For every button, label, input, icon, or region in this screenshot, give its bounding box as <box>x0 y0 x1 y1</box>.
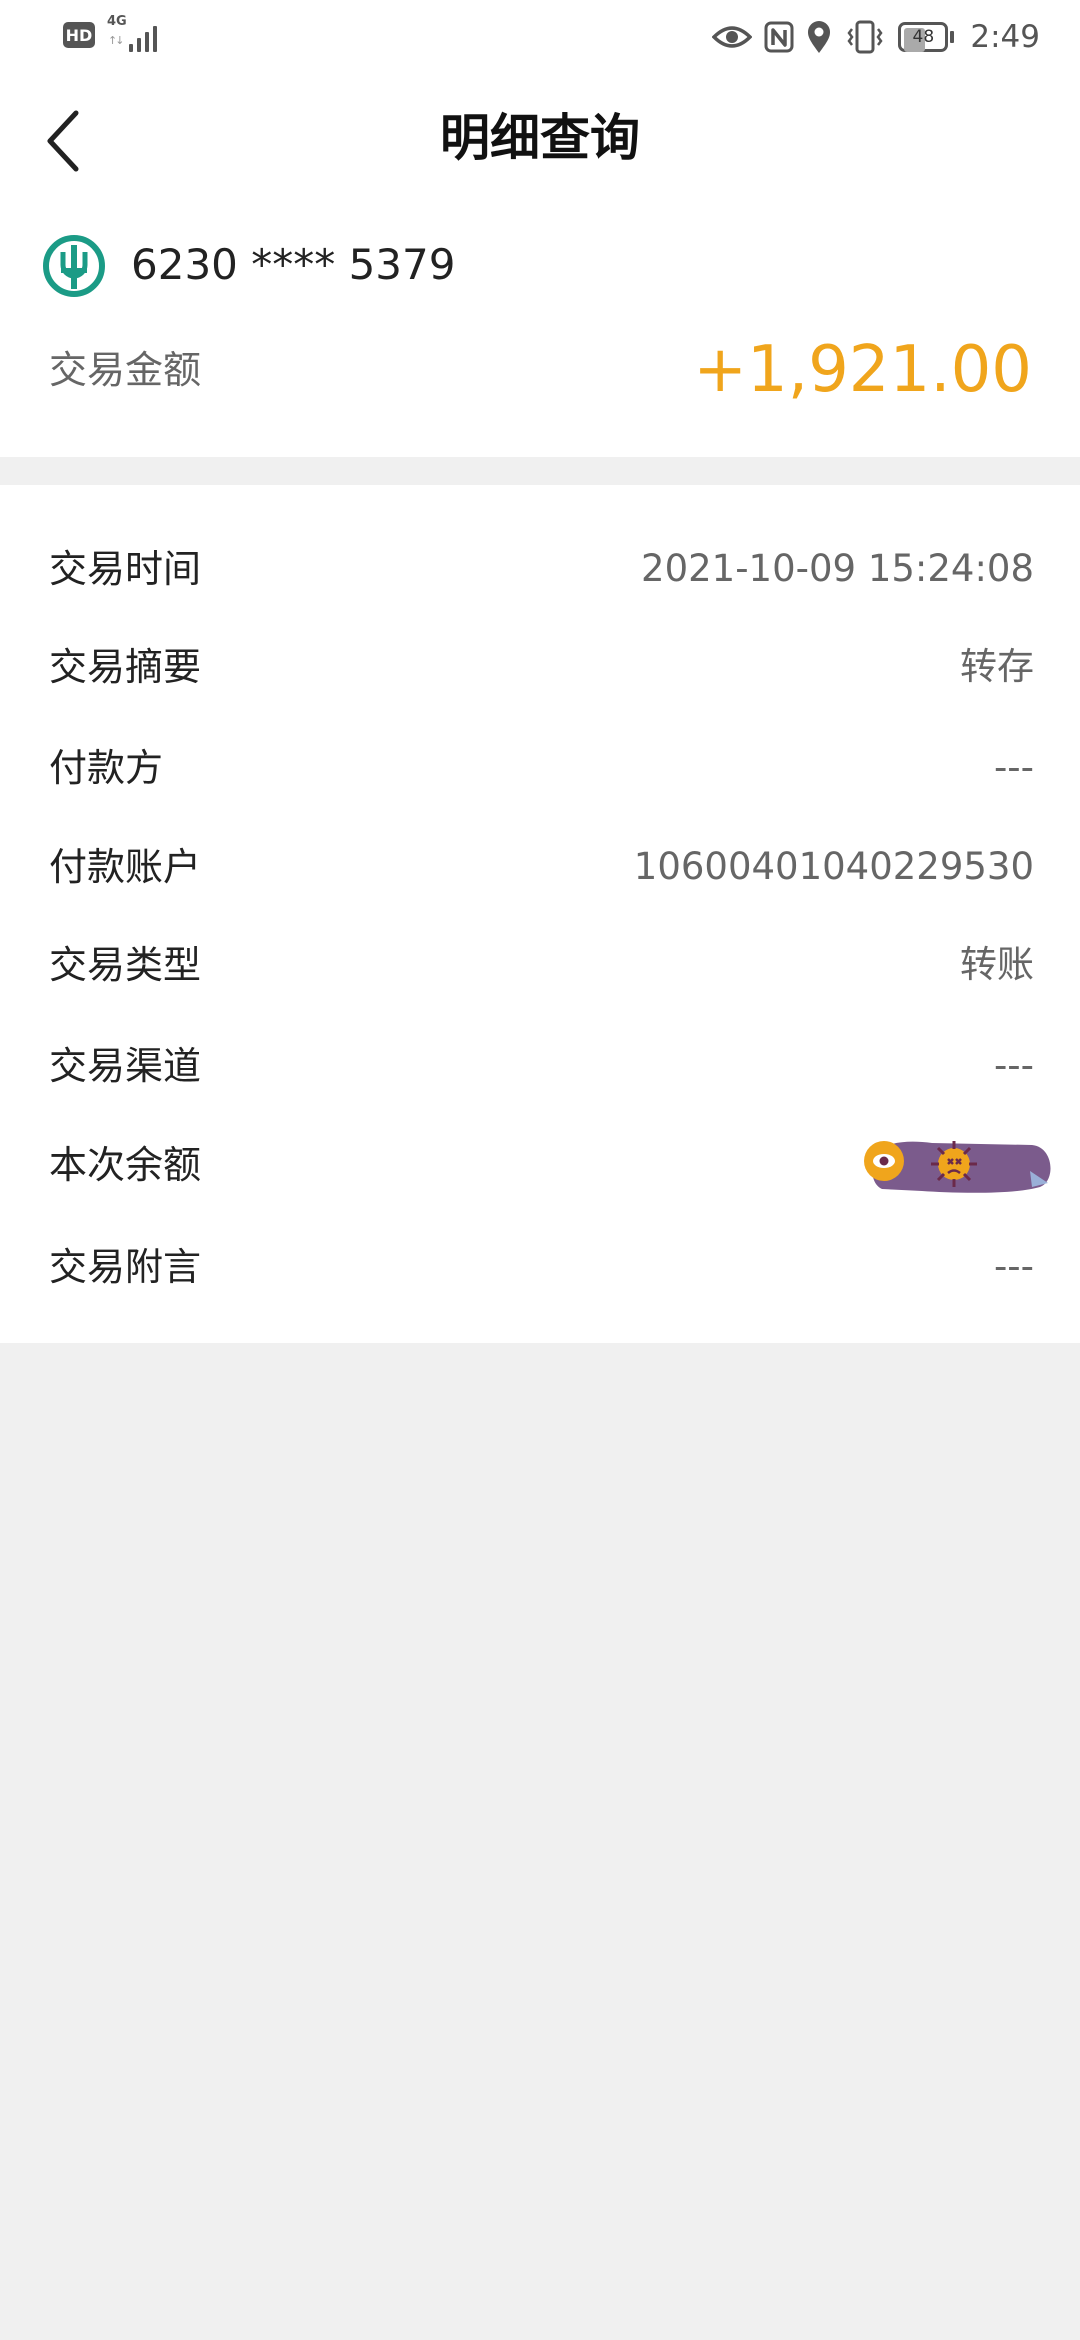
detail-label: 交易摘要 <box>49 645 202 689</box>
card-number: 6230 **** 5379 <box>131 240 456 289</box>
nfc-icon <box>764 21 794 53</box>
detail-value: --- <box>993 1245 1034 1288</box>
vibrate-icon <box>844 20 886 54</box>
detail-row-remark: 交易附言 --- <box>0 1227 1080 1307</box>
hd-label: HD <box>65 25 93 45</box>
redaction-sticker-icon <box>864 1141 1051 1193</box>
detail-label: 付款方 <box>49 746 164 790</box>
status-bar: HD 4G ↑↓ 48 2:49 <box>0 0 1080 75</box>
amount-label: 交易金额 <box>49 348 202 392</box>
detail-row-type: 交易类型 转账 <box>0 925 1080 1005</box>
detail-value: --- <box>993 1044 1034 1087</box>
detail-value: 转账 <box>960 943 1034 986</box>
hd-icon: HD <box>63 22 95 48</box>
detail-value: 2021-10-09 15:24:08 <box>641 547 1034 590</box>
app-header: 明细查询 <box>0 75 1080 205</box>
battery-level: 48 <box>912 27 935 47</box>
detail-label: 交易类型 <box>49 943 202 987</box>
detail-label: 本次余额 <box>49 1143 202 1187</box>
detail-row-payer-account: 付款账户 10600401040229530 <box>0 827 1080 907</box>
detail-row-time: 交易时间 2021-10-09 15:24:08 <box>0 529 1080 609</box>
signal-icon: 4G ↑↓ <box>107 14 163 52</box>
detail-row-payer: 付款方 --- <box>0 728 1080 808</box>
detail-row-balance: 本次余额 <box>0 1125 1080 1205</box>
eye-icon <box>712 23 753 51</box>
bank-logo-icon <box>43 235 105 297</box>
status-bar-right: 48 2:49 <box>712 14 1040 60</box>
transaction-details: 交易时间 2021-10-09 15:24:08 交易摘要 转存 付款方 ---… <box>0 485 1080 1343</box>
signal-bars <box>129 24 157 52</box>
status-time: 2:49 <box>970 19 1040 55</box>
battery-icon: 48 <box>898 22 955 52</box>
detail-value: 10600401040229530 <box>633 845 1034 888</box>
detail-row-summary: 交易摘要 转存 <box>0 627 1080 707</box>
detail-label: 付款账户 <box>49 845 202 889</box>
network-label: 4G <box>107 14 127 29</box>
detail-label: 交易渠道 <box>49 1044 202 1088</box>
detail-row-channel: 交易渠道 --- <box>0 1026 1080 1106</box>
account-summary-card: 6230 **** 5379 交易金额 +1,921.00 <box>0 205 1080 457</box>
transaction-amount: +1,921.00 <box>693 333 1032 407</box>
network-activity-indicator: ↑↓ <box>108 34 125 47</box>
detail-value: 转存 <box>960 645 1034 688</box>
detail-label: 交易附言 <box>49 1245 202 1289</box>
page-title: 明细查询 <box>440 109 640 167</box>
status-bar-left: HD 4G ↑↓ <box>63 14 163 52</box>
location-icon <box>806 20 832 54</box>
detail-label: 交易时间 <box>49 547 202 591</box>
detail-value: --- <box>993 746 1034 789</box>
